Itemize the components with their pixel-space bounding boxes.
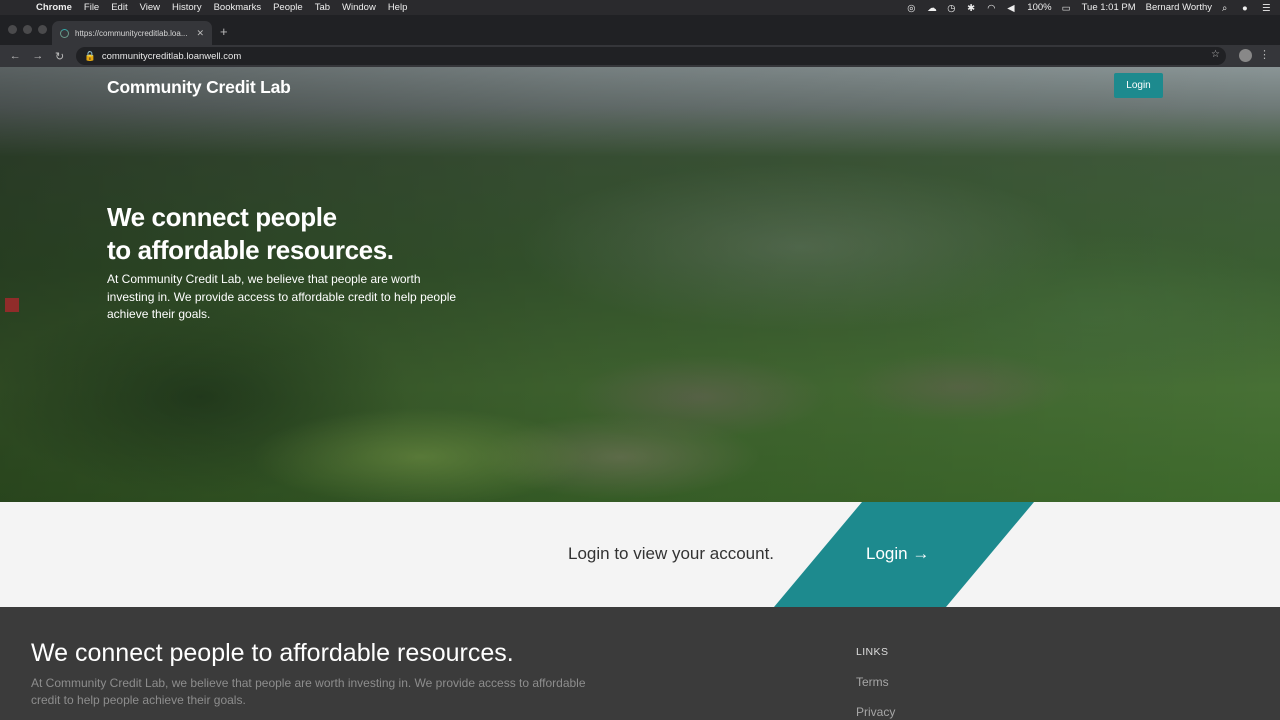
forward-arrow-icon[interactable]: → <box>32 50 43 63</box>
sync-icon[interactable]: ☁ <box>927 3 937 14</box>
menu-people[interactable]: People <box>273 2 303 13</box>
browser-toolbar: ← → ↻ 🔒 communitycreditlab.loanwell.com … <box>0 45 1280 67</box>
back-arrow-icon[interactable]: ← <box>10 50 21 63</box>
hero-headline: We connect people to affordable resource… <box>107 201 394 267</box>
status-area: ◎ ☁ ◷ ✱ ◠ ◀ 100% ▭ Tue 1:01 PM Bernard W… <box>907 0 1272 15</box>
menu-chrome[interactable]: Chrome <box>36 2 72 13</box>
browser-menu-icon[interactable]: ⋮ <box>1259 48 1270 61</box>
spotlight-search-icon[interactable]: ⌕ <box>1222 3 1232 14</box>
lock-icon[interactable]: 🔒 <box>84 51 96 62</box>
footer-title: We connect people to affordable resource… <box>31 639 514 667</box>
tab-title: https://communitycreditlab.loa... <box>75 28 188 38</box>
reload-icon[interactable]: ↻ <box>55 50 64 63</box>
volume-icon[interactable]: ◀ <box>1007 3 1017 14</box>
minimize-window-button[interactable] <box>23 25 32 34</box>
header-login-button[interactable]: Login <box>1114 73 1163 98</box>
menu-window[interactable]: Window <box>342 2 376 13</box>
browser-tab[interactable]: https://communitycreditlab.loa... ✕ <box>52 21 212 45</box>
web-page: Community Credit Lab Login We connect pe… <box>0 67 1280 720</box>
clock[interactable]: Tue 1:01 PM <box>1082 2 1136 13</box>
menu-file[interactable]: File <box>84 2 99 13</box>
close-tab-icon[interactable]: ✕ <box>196 28 204 39</box>
status-icon[interactable]: ◎ <box>907 3 917 14</box>
battery-percent[interactable]: 100% <box>1027 2 1051 13</box>
user-name[interactable]: Bernard Worthy <box>1146 2 1212 13</box>
notification-center-icon[interactable]: ☰ <box>1262 3 1272 14</box>
menu-tab[interactable]: Tab <box>315 2 330 13</box>
menu-history[interactable]: History <box>172 2 202 13</box>
navigation-buttons: ← → ↻ <box>0 50 70 63</box>
footer-link-privacy[interactable]: Privacy <box>856 705 895 719</box>
hero-headline-line-1: We connect people <box>107 202 337 232</box>
new-tab-button[interactable]: + <box>220 24 228 39</box>
menu-bookmarks[interactable]: Bookmarks <box>214 2 262 13</box>
menu-help[interactable]: Help <box>388 2 408 13</box>
siri-icon[interactable]: ● <box>1242 3 1252 14</box>
hero-section: Community Credit Lab Login We connect pe… <box>0 67 1280 502</box>
login-band: Login to view your account. Login → <box>0 502 1280 607</box>
url-text[interactable]: communitycreditlab.loanwell.com <box>102 51 241 62</box>
address-bar[interactable]: 🔒 communitycreditlab.loanwell.com ☆ <box>76 47 1226 65</box>
close-window-button[interactable] <box>8 25 17 34</box>
footer-description: At Community Credit Lab, we believe that… <box>31 676 586 707</box>
footer-links-heading: LINKS <box>856 646 889 658</box>
menu-edit[interactable]: Edit <box>111 2 127 13</box>
login-prompt: Login to view your account. <box>568 544 775 563</box>
time-machine-icon[interactable]: ◷ <box>947 3 957 14</box>
browser-tab-strip: https://communitycreditlab.loa... ✕ + <box>0 15 1280 45</box>
hero-description: At Community Credit Lab, we believe that… <box>107 272 457 321</box>
bluetooth-icon[interactable]: ✱ <box>967 3 977 14</box>
window-controls <box>8 25 47 34</box>
bookmark-star-icon[interactable]: ☆ <box>1211 49 1220 60</box>
edge-widget-icon[interactable] <box>5 298 19 312</box>
zoom-window-button[interactable] <box>38 25 47 34</box>
hero-headline-line-2: to affordable resources. <box>107 235 394 265</box>
site-footer: We connect people to affordable resource… <box>0 607 1280 720</box>
menu-view[interactable]: View <box>140 2 160 13</box>
footer-link-terms[interactable]: Terms <box>856 675 889 689</box>
profile-avatar-icon[interactable] <box>1239 49 1252 62</box>
band-login-link[interactable]: Login → <box>866 544 929 564</box>
app-menu: Chrome File Edit View History Bookmarks … <box>36 2 407 13</box>
wifi-icon[interactable]: ◠ <box>987 3 997 14</box>
macos-menu-bar: Chrome File Edit View History Bookmarks … <box>0 0 1280 15</box>
battery-icon[interactable]: ▭ <box>1062 3 1072 14</box>
loading-spinner-icon <box>60 28 69 38</box>
site-logo[interactable]: Community Credit Lab <box>107 77 291 98</box>
